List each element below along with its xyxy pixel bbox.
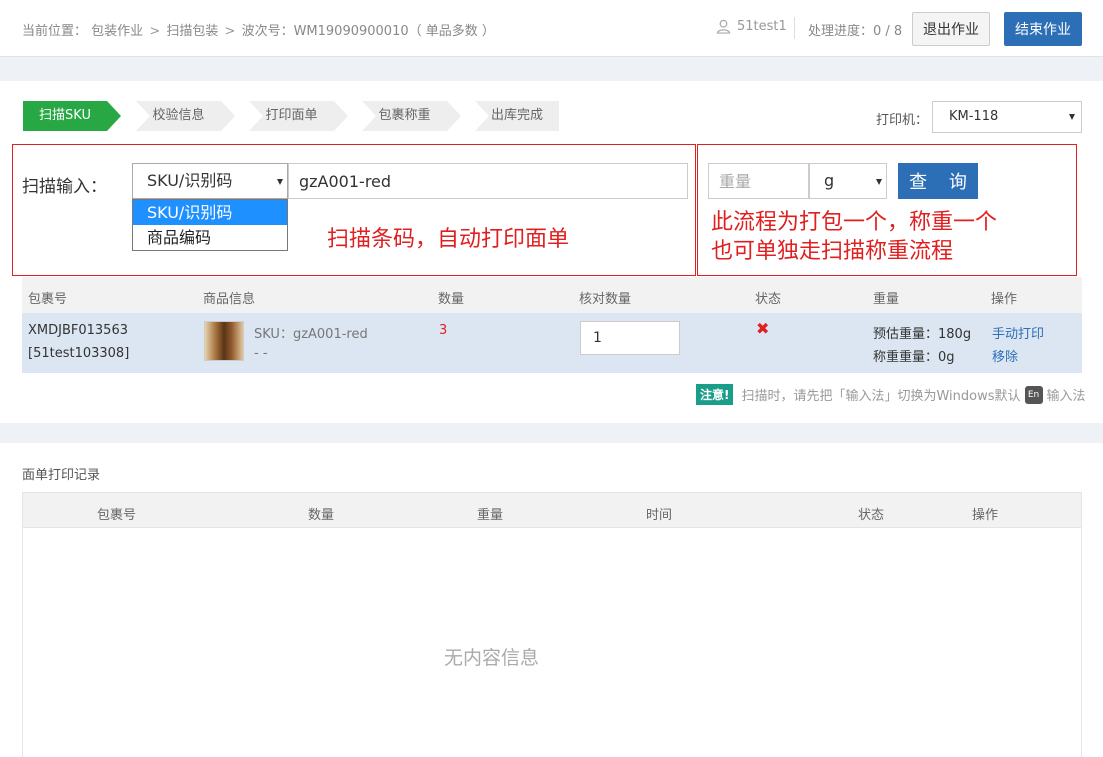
printer-select[interactable]: KM-118 [932, 101, 1082, 133]
step-verify-info: 校验信息 [136, 101, 235, 131]
column-header: 数量 [308, 508, 335, 523]
product-sku: SKU：gzA001-red [254, 327, 368, 342]
empty-state-text: 无内容信息 [444, 647, 540, 669]
progress-text: 处理进度：0 / 8 [808, 24, 903, 39]
breadcrumb-item-wave: 波次号：WM19090900010（ 单品多数 ） [241, 24, 495, 39]
scan-panel: 扫描SKU 校验信息 打印面单 包裹称重 出库完成 打印机： KM-118 扫描… [0, 81, 1103, 423]
printer-label: 打印机： [876, 113, 929, 128]
annotation-text-scan: 扫描条码，自动打印面单 [327, 227, 570, 252]
column-header: 操作 [991, 292, 1018, 307]
user-icon [716, 19, 731, 34]
annotation-line: 也可单独走扫描称重流程 [711, 239, 954, 264]
remove-link[interactable]: 移除 [992, 346, 1018, 365]
column-header: 商品信息 [203, 292, 256, 307]
weight-input[interactable] [708, 163, 809, 199]
annotation-line: 此流程为打包一个，称重一个 [711, 210, 998, 235]
divider [794, 17, 795, 39]
step-label: 扫描SKU [39, 108, 91, 123]
print-log-panel: 面单打印记录 包裹号 数量 重量 时间 状态 操作 无内容信息 [0, 443, 1103, 757]
estimated-weight: 预估重量：180g [873, 327, 972, 342]
quantity-value: 3 [439, 323, 448, 338]
annotation-text-weigh: 此流程为打包一个，称重一个 也可单独走扫描称重流程 [711, 208, 997, 266]
step-label: 打印面单 [265, 108, 318, 123]
breadcrumb: 当前位置： 包装作业 > 扫描包装 > 波次号：WM19090900010（ 单… [22, 20, 495, 39]
step-label: 校验信息 [152, 108, 205, 123]
step-label: 出库完成 [490, 108, 543, 123]
exit-job-button[interactable]: 退出作业 [912, 12, 990, 46]
step-weigh-package: 包裹称重 [362, 101, 461, 131]
step-label: 包裹称重 [378, 108, 431, 123]
print-log-table-header: 包裹号 数量 重量 时间 状态 操作 [22, 492, 1082, 528]
chevron-down-icon [277, 179, 283, 185]
notice-suffix: 输入法 [1046, 389, 1086, 404]
dropdown-option-sku[interactable]: SKU/识别码 [133, 200, 287, 225]
breadcrumb-item-packing[interactable]: 包装作业 [91, 24, 143, 39]
breadcrumb-separator: > [224, 24, 236, 39]
scan-input[interactable] [288, 163, 688, 199]
column-header: 操作 [972, 508, 999, 523]
product-sub-info: - - [254, 346, 268, 361]
product-thumbnail [204, 321, 244, 361]
step-print-label: 打印面单 [249, 101, 348, 131]
notice-badge: 注意! [696, 384, 734, 405]
column-header: 时间 [646, 508, 673, 523]
printer-value: KM-118 [949, 109, 999, 124]
top-bar: 当前位置： 包装作业 > 扫描包装 > 波次号：WM19090900010（ 单… [0, 0, 1103, 57]
column-header: 重量 [873, 292, 900, 307]
table-row: XMDJBF013563 [51test103308] SKU：gzA001-r… [22, 313, 1082, 373]
status-error-icon: ✖ [756, 319, 770, 338]
scan-table-header: 包裹号 商品信息 数量 核对数量 状态 重量 操作 [22, 277, 1082, 313]
end-job-button[interactable]: 结束作业 [1004, 12, 1082, 46]
print-log-table-body [22, 528, 1082, 757]
current-user: 51test1 [716, 19, 787, 34]
step-scan-sku: 扫描SKU [23, 101, 121, 131]
column-header: 状态 [858, 508, 885, 523]
weight-unit-value: g [824, 171, 835, 190]
manual-print-link[interactable]: 手动打印 [992, 323, 1044, 342]
chevron-down-icon [1069, 114, 1075, 120]
column-header: 重量 [477, 508, 504, 523]
package-sub-number: [51test103308] [28, 346, 130, 361]
scan-input-label: 扫描输入： [22, 177, 107, 197]
breadcrumb-item-scan-pack[interactable]: 扫描包装 [166, 24, 218, 39]
print-log-title: 面单打印记录 [22, 468, 101, 483]
column-header: 状态 [755, 292, 782, 307]
column-header: 数量 [438, 292, 465, 307]
column-header: 核对数量 [579, 292, 632, 307]
check-quantity-input[interactable] [580, 321, 680, 355]
scan-type-select[interactable]: SKU/识别码 [132, 163, 288, 199]
dropdown-option-product-code[interactable]: 商品编码 [133, 225, 287, 250]
package-number: XMDJBF013563 [28, 323, 128, 338]
step-outbound-complete: 出库完成 [475, 101, 559, 131]
column-header: 包裹号 [97, 508, 137, 523]
column-header: 包裹号 [28, 292, 68, 307]
weight-unit-select[interactable]: g [809, 163, 887, 199]
breadcrumb-prefix: 当前位置： [22, 24, 88, 39]
user-name: 51test1 [737, 19, 787, 34]
measured-weight: 称重重量：0g [873, 350, 955, 365]
scan-type-value: SKU/识别码 [147, 171, 233, 190]
scan-type-dropdown: SKU/识别码 商品编码 [132, 199, 288, 251]
input-method-notice: 注意! 扫描时，请先把「输入法」切换为Windows默认 En 输入法 [696, 384, 1086, 405]
notice-text: 扫描时，请先把「输入法」切换为Windows默认 [741, 389, 1021, 404]
query-button[interactable]: 查 询 [898, 163, 978, 199]
breadcrumb-separator: > [149, 24, 161, 39]
keyboard-en-icon: En [1024, 385, 1043, 404]
chevron-down-icon [876, 179, 882, 185]
